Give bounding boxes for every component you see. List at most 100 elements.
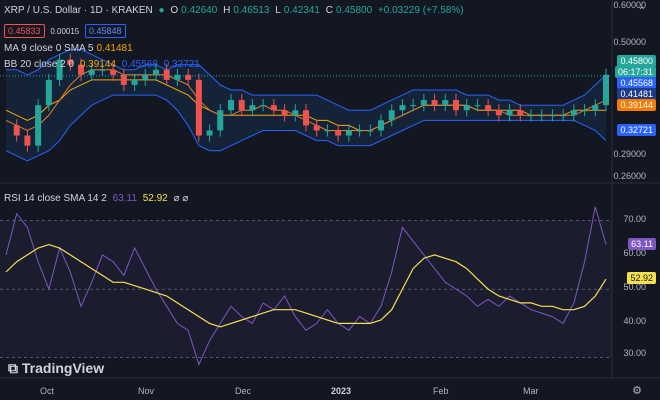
candle-body bbox=[195, 79, 202, 136]
x-tick: 2023 bbox=[331, 386, 352, 396]
change-value: +0.03229 (+7.58%) bbox=[377, 5, 464, 16]
price-tick: 0.26000 bbox=[613, 171, 646, 181]
bb-lower-tag: 0.32721 bbox=[617, 124, 656, 136]
x-tick: Feb bbox=[433, 386, 449, 396]
candle-body bbox=[442, 100, 449, 106]
spread-value: 0.00015 bbox=[50, 27, 80, 36]
open-value: 0.42640 bbox=[181, 5, 218, 16]
candle-body bbox=[153, 69, 159, 75]
x-tick: Mar bbox=[523, 386, 539, 396]
price-tick: 0.50000 bbox=[613, 37, 646, 47]
x-tick: Dec bbox=[235, 386, 252, 396]
candle-body bbox=[399, 105, 406, 111]
open-label: O bbox=[170, 5, 179, 16]
candle-body bbox=[88, 69, 95, 75]
close-label: C bbox=[325, 5, 333, 16]
green-dot-icon: ● bbox=[158, 5, 165, 16]
ma-legend: MA 9 close 0 SMA 5 0.41481 bbox=[4, 43, 136, 54]
symbol-title[interactable]: XRP / U.S. Dollar · 1D · KRAKEN bbox=[4, 5, 153, 16]
bb-basis-tag: 0.39144 bbox=[617, 99, 656, 111]
candle-body bbox=[570, 110, 577, 116]
rsi-tick: 40.00 bbox=[623, 316, 646, 326]
candle-body bbox=[131, 79, 138, 85]
bb-lower-value: 0.32721 bbox=[163, 59, 200, 70]
candle-body bbox=[538, 115, 545, 117]
x-tick: Nov bbox=[138, 386, 155, 396]
candle-body bbox=[13, 125, 20, 136]
rsi-tick: 30.00 bbox=[623, 348, 646, 358]
settings-gear-icon[interactable]: ⚙ bbox=[632, 384, 642, 397]
candle-body bbox=[431, 100, 438, 106]
collapse-chevron-icon[interactable]: ⌃ bbox=[638, 6, 646, 17]
candle-body bbox=[549, 115, 556, 117]
logo-text: TradingView bbox=[21, 360, 105, 376]
chart-root: XRP / U.S. Dollar · 1D · KRAKEN ● O 0.426… bbox=[0, 0, 660, 400]
candle-body bbox=[238, 100, 245, 111]
rsi-sma-value: 52.92 bbox=[142, 193, 168, 204]
logo-mark-icon: ⧉ bbox=[8, 360, 22, 376]
bb-basis-value: 0.39144 bbox=[79, 59, 116, 70]
low-label: L bbox=[275, 5, 281, 16]
ma-value: 0.41481 bbox=[96, 43, 133, 54]
candle-body bbox=[303, 110, 309, 126]
candle-body bbox=[35, 105, 42, 146]
x-tick: Oct bbox=[40, 386, 55, 396]
candle-body bbox=[45, 79, 52, 106]
candle-body bbox=[228, 100, 234, 111]
tradingview-logo: ⧉ TradingView bbox=[8, 360, 104, 377]
rsi-tick: 70.00 bbox=[623, 214, 646, 224]
candle-body bbox=[485, 105, 492, 111]
rsi-tag: 63.11 bbox=[628, 238, 656, 250]
bb-legend: BB 20 close 2 0 0.39144 0.45568 0.32721 bbox=[4, 59, 203, 70]
candle-body bbox=[313, 125, 320, 131]
candle-body bbox=[324, 130, 331, 132]
candle-body bbox=[506, 110, 513, 116]
candle-body bbox=[260, 105, 267, 107]
candle-body bbox=[528, 115, 534, 117]
rsi-value: 63.11 bbox=[112, 193, 137, 204]
candle-body bbox=[463, 105, 470, 111]
candle-body bbox=[560, 115, 567, 117]
candle-body bbox=[110, 69, 117, 75]
close-value: 0.45800 bbox=[335, 5, 373, 16]
rsi-label[interactable]: RSI 14 close SMA 14 2 bbox=[4, 193, 107, 204]
candle-body bbox=[581, 110, 588, 112]
candle-body bbox=[24, 135, 31, 146]
bid-ask-row: 0.45833 0.00015 0.45848 bbox=[4, 24, 129, 38]
price-tick: 0.29000 bbox=[613, 149, 646, 159]
candle-body bbox=[345, 130, 352, 136]
bid-button[interactable]: 0.45833 bbox=[4, 24, 45, 38]
candle-body bbox=[603, 74, 609, 106]
candle-body bbox=[292, 110, 299, 116]
candle-body bbox=[592, 105, 599, 111]
candle-body bbox=[378, 120, 384, 131]
candle-body bbox=[281, 110, 288, 116]
high-label: H bbox=[223, 5, 231, 16]
rsi-sma-tag: 52.92 bbox=[627, 272, 656, 284]
ma-label[interactable]: MA 9 close 0 SMA 5 bbox=[4, 43, 94, 54]
bb-upper-value: 0.45568 bbox=[121, 59, 158, 70]
rsi-extra: ⌀ ⌀ bbox=[173, 193, 189, 204]
ask-button[interactable]: 0.45848 bbox=[85, 24, 126, 38]
candle-body bbox=[217, 110, 224, 131]
candle-body bbox=[367, 130, 374, 132]
candle-body bbox=[120, 74, 127, 85]
candle-body bbox=[206, 130, 213, 136]
bb-label[interactable]: BB 20 close 2 0 bbox=[4, 59, 74, 70]
candle-body bbox=[420, 100, 427, 106]
candle-body bbox=[453, 100, 459, 111]
candle-body bbox=[249, 105, 256, 111]
high-value: 0.46513 bbox=[233, 5, 270, 16]
low-value: 0.42341 bbox=[283, 5, 320, 16]
rsi-legend: RSI 14 close SMA 14 2 63.11 52.92 ⌀ ⌀ bbox=[4, 193, 191, 204]
candle-body bbox=[356, 130, 363, 132]
candle-body bbox=[335, 130, 342, 136]
header-row: XRP / U.S. Dollar · 1D · KRAKEN ● O 0.426… bbox=[4, 5, 467, 16]
candle-body bbox=[163, 69, 170, 80]
candle-body bbox=[517, 110, 524, 116]
candle-body bbox=[495, 110, 502, 116]
candle-body bbox=[388, 110, 395, 121]
candle-body bbox=[410, 105, 417, 107]
candle-body bbox=[474, 105, 481, 107]
candle-body bbox=[270, 105, 277, 111]
